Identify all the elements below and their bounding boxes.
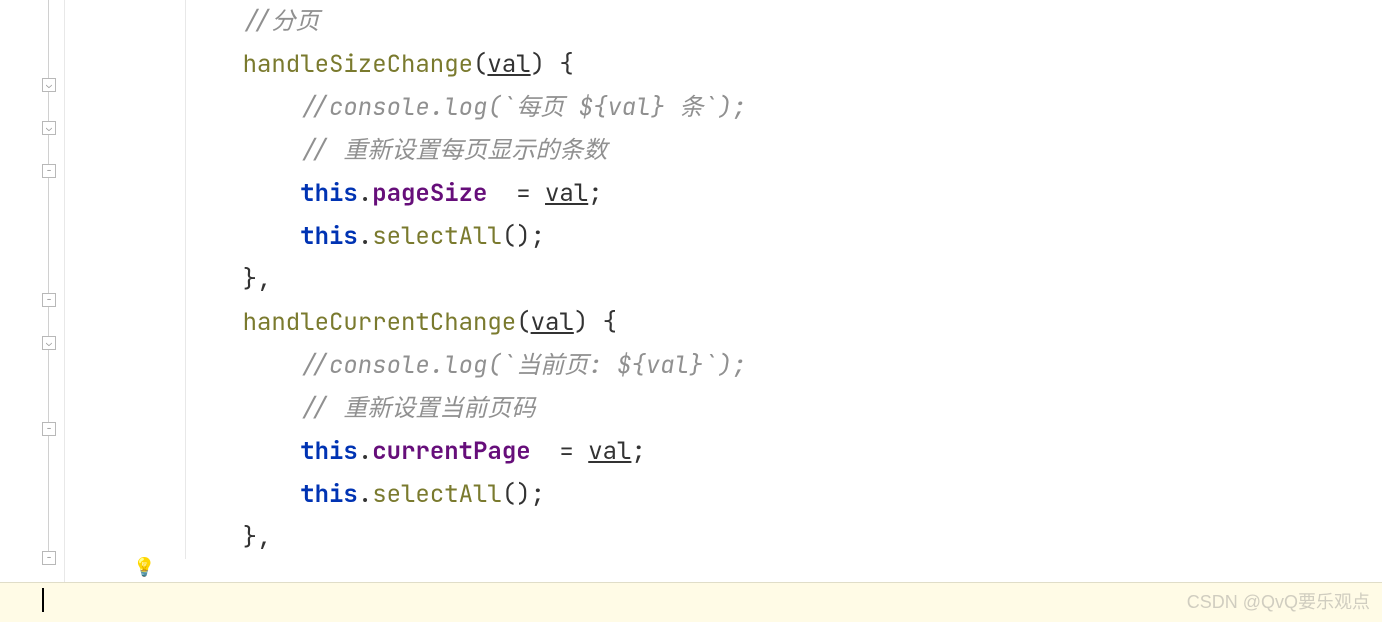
paren-close-brace: ) {	[574, 307, 617, 338]
call-parens: ();	[502, 479, 545, 510]
comment-text: //分页	[243, 6, 320, 37]
dot: .	[358, 479, 372, 510]
code-line[interactable]: },	[65, 516, 1382, 559]
semicolon: ;	[588, 178, 602, 209]
dot: .	[358, 221, 372, 252]
code-line[interactable]: handleSizeChange(val) {	[65, 43, 1382, 86]
dot: .	[358, 436, 372, 467]
method-name: handleSizeChange	[243, 49, 473, 80]
method-name: handleCurrentChange	[243, 307, 517, 338]
comment-text: // 重新设置当前页码	[300, 393, 535, 424]
param-name: val	[531, 307, 574, 338]
editor-gutter	[0, 0, 65, 622]
fold-marker-minus-icon[interactable]	[42, 164, 56, 178]
code-editor: //分页 handleSizeChange(val) { //console.l…	[0, 0, 1382, 622]
code-line[interactable]: //分页	[65, 0, 1382, 43]
intention-bulb-icon[interactable]: 💡	[133, 556, 155, 579]
fold-marker-minus-icon[interactable]	[42, 551, 56, 565]
fold-marker-down-icon[interactable]	[42, 336, 56, 350]
code-line[interactable]: //console.log(`当前页: ${val}`);	[65, 344, 1382, 387]
method-call: selectAll	[372, 221, 502, 252]
paren-close-brace: ) {	[531, 49, 574, 80]
code-line[interactable]: handleCurrentChange(val) {	[65, 301, 1382, 344]
call-parens: ();	[502, 221, 545, 252]
this-keyword: this	[300, 479, 358, 510]
code-line[interactable]: },	[65, 258, 1382, 301]
bottom-highlight-bar	[0, 582, 1382, 622]
comment-text: //console.log(`当前页: ${val}`);	[300, 350, 746, 381]
code-line[interactable]: this.selectAll();	[65, 473, 1382, 516]
code-area[interactable]: //分页 handleSizeChange(val) { //console.l…	[65, 0, 1382, 622]
var-ref: val	[545, 178, 588, 209]
fold-marker-down-icon[interactable]	[42, 121, 56, 135]
close-brace: },	[243, 522, 272, 553]
code-line[interactable]: this.pageSize = val;	[65, 172, 1382, 215]
code-line[interactable]: this.selectAll();	[65, 215, 1382, 258]
this-keyword: this	[300, 221, 358, 252]
dot: .	[358, 178, 372, 209]
semicolon: ;	[631, 436, 645, 467]
paren-open: (	[473, 49, 487, 80]
param-name: val	[487, 49, 530, 80]
close-brace: },	[243, 264, 272, 295]
fold-marker-minus-icon[interactable]	[42, 422, 56, 436]
method-call: selectAll	[372, 479, 502, 510]
text-caret	[42, 588, 44, 612]
this-keyword: this	[300, 436, 358, 467]
comment-text: // 重新设置每页显示的条数	[300, 135, 607, 166]
assign-op: =	[531, 436, 589, 467]
comment-text: //console.log(`每页 ${val} 条`);	[300, 92, 746, 123]
fold-marker-minus-icon[interactable]	[42, 293, 56, 307]
code-line[interactable]: //console.log(`每页 ${val} 条`);	[65, 86, 1382, 129]
var-ref: val	[588, 436, 631, 467]
code-line[interactable]: // 重新设置每页显示的条数	[65, 129, 1382, 172]
property-name: pageSize	[372, 178, 487, 209]
fold-marker-down-icon[interactable]	[42, 78, 56, 92]
watermark-text: CSDN @QvQ要乐观点	[1187, 588, 1370, 614]
code-line[interactable]: // 重新设置当前页码	[65, 387, 1382, 430]
code-line[interactable]: this.currentPage = val;	[65, 430, 1382, 473]
assign-op: =	[487, 178, 545, 209]
this-keyword: this	[300, 178, 358, 209]
property-name: currentPage	[372, 436, 530, 467]
paren-open: (	[516, 307, 530, 338]
